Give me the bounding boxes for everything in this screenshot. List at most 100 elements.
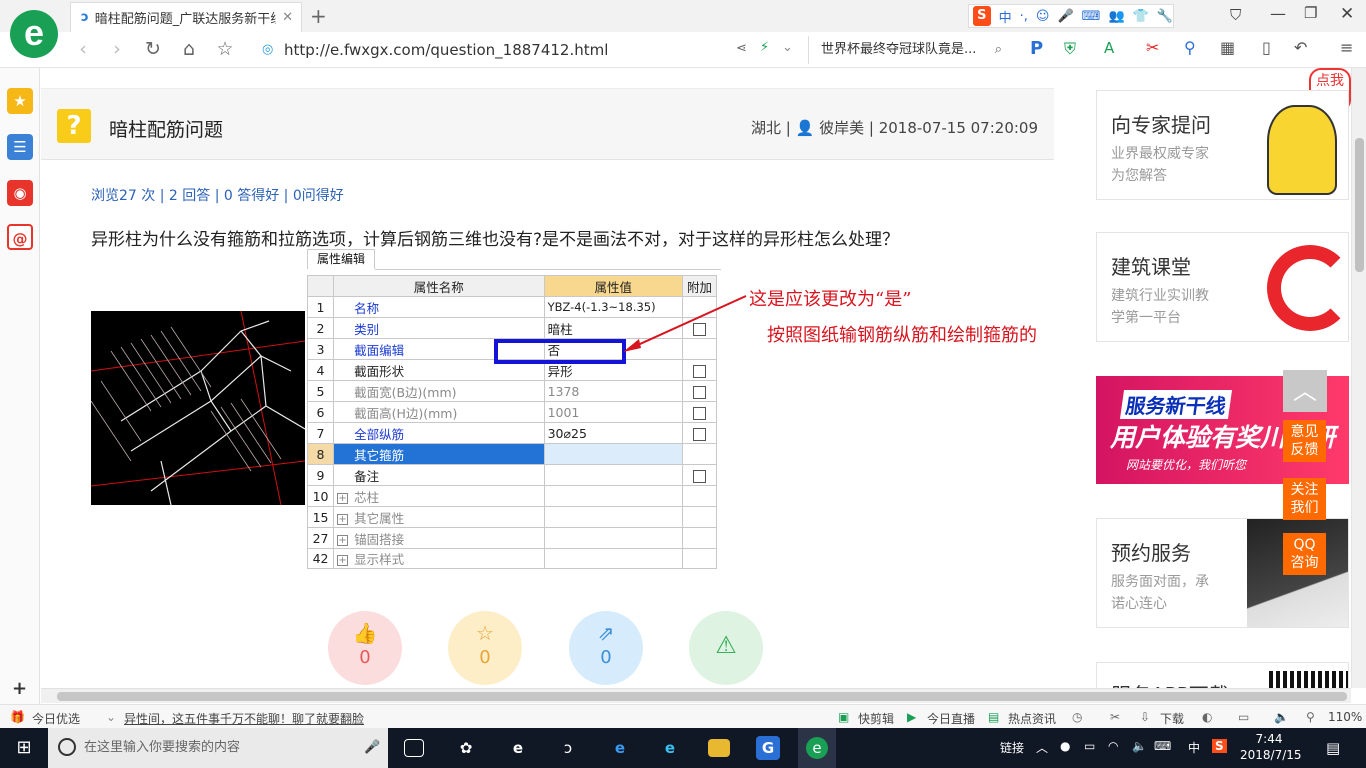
night-mode-icon[interactable]: ◐: [1202, 710, 1212, 724]
emoji-icon[interactable]: ☺: [1036, 9, 1050, 24]
extra-checkbox[interactable]: [692, 385, 706, 399]
table-row[interactable]: 15 + 其它属性: [306, 506, 718, 528]
table-row[interactable]: 5 截面宽(B边)(mm) 1378: [306, 380, 718, 402]
expand-plus-icon[interactable]: +: [337, 513, 349, 525]
extension-puzzle-icon[interactable]: P: [1030, 38, 1043, 59]
browser-tab[interactable]: ↄ 暗柱配筋问题_广联达服务新干线 ✕: [70, 2, 302, 32]
user-icon[interactable]: 👥: [1108, 9, 1124, 24]
row-group[interactable]: + 显示样式: [333, 548, 545, 569]
extra-checkbox[interactable]: [692, 469, 706, 483]
find-icon[interactable]: ⚲: [1184, 38, 1196, 57]
speed-icon[interactable]: ◷: [1072, 710, 1082, 724]
email-at-icon[interactable]: @: [7, 224, 33, 250]
tray-battery-icon[interactable]: ▭: [1084, 739, 1095, 753]
table-row[interactable]: 6 截面高(H边)(mm) 1001: [306, 401, 718, 423]
like-button[interactable]: 👍 0: [328, 611, 402, 685]
search-icon[interactable]: ⌕: [995, 36, 1002, 64]
extra-checkbox[interactable]: [692, 427, 706, 441]
tablet-icon[interactable]: ▯: [1262, 38, 1271, 57]
horizontal-scroll-thumb[interactable]: [57, 692, 1347, 701]
favorite-button[interactable]: ☆ 0: [448, 611, 522, 685]
share-button[interactable]: ⇗ 0: [569, 611, 643, 685]
minimize-button[interactable]: —: [1270, 4, 1286, 23]
favorites-star-icon[interactable]: ★: [7, 88, 33, 114]
share-icon[interactable]: ⋖: [736, 41, 747, 56]
add-sidebar-item-icon[interactable]: +: [12, 678, 27, 699]
keyboard-icon[interactable]: ⌨: [1082, 9, 1101, 24]
ime-mode-label[interactable]: 中: [999, 7, 1012, 26]
download-link[interactable]: 下载: [1160, 710, 1184, 727]
back-button[interactable]: ‹: [70, 38, 96, 60]
news-ticker-link[interactable]: 异性间，这五件事千万不能聊！聊了就要翻脸: [124, 710, 364, 727]
vertical-scrollbar[interactable]: [1351, 68, 1366, 688]
gift-icon[interactable]: 🎁: [10, 710, 25, 724]
row-value[interactable]: 1378: [543, 380, 683, 402]
weibo-icon[interactable]: ◉: [7, 180, 33, 206]
shield-icon[interactable]: ⛨: [1064, 39, 1076, 59]
bookmark-star-button[interactable]: ☆: [212, 38, 238, 60]
extra-checkbox[interactable]: [692, 406, 706, 420]
window-icon[interactable]: ▭: [1238, 710, 1249, 724]
row-value[interactable]: [543, 464, 683, 486]
app-download-card[interactable]: 服务APP下载: [1096, 662, 1349, 688]
microphone-icon[interactable]: 🎤: [1057, 9, 1073, 24]
close-tab-icon[interactable]: ✕: [282, 10, 293, 25]
download-icon[interactable]: ⇩: [1140, 710, 1150, 724]
shirt-icon[interactable]: 👕: [1133, 9, 1149, 24]
live-link[interactable]: 今日直播: [927, 710, 975, 727]
horizontal-scrollbar[interactable]: [41, 688, 1351, 703]
row-value[interactable]: [543, 443, 683, 465]
browser-active-icon[interactable]: e: [798, 728, 836, 768]
quick-cut-link[interactable]: 快剪辑: [858, 710, 894, 727]
volume-icon[interactable]: 🔈: [1274, 710, 1289, 724]
question-author[interactable]: 彼岸美: [819, 119, 864, 137]
task-view-icon[interactable]: [404, 739, 424, 757]
glodon-g-icon[interactable]: G: [756, 736, 780, 760]
maximize-button[interactable]: ❐: [1304, 4, 1317, 22]
ie-icon[interactable]: e: [658, 736, 682, 760]
row-group[interactable]: + 锚固搭接: [333, 527, 545, 549]
speed-mode-icon[interactable]: ⚡: [760, 40, 769, 55]
refresh-button[interactable]: ↻: [140, 38, 166, 60]
edge-icon[interactable]: e: [506, 736, 530, 760]
row-value[interactable]: 30⌀25: [543, 422, 683, 444]
table-row[interactable]: 27 + 锚固搭接: [306, 527, 718, 549]
tray-notify-icon[interactable]: ●: [1060, 739, 1070, 753]
daily-pick-link[interactable]: 今日优选: [32, 710, 80, 727]
zoom-icon[interactable]: ⚲: [1306, 710, 1315, 724]
app-fan-icon[interactable]: ✿: [454, 736, 478, 760]
forward-button[interactable]: ›: [104, 38, 130, 60]
property-edit-tab[interactable]: 属性编辑: [307, 249, 375, 269]
taskbar-clock[interactable]: 7:44 2018/7/15: [1240, 731, 1302, 763]
expand-plus-icon[interactable]: +: [337, 534, 349, 546]
microphone-icon[interactable]: 🎤: [364, 728, 380, 768]
sogou-logo-icon[interactable]: S: [973, 6, 991, 26]
taskbar-search-box[interactable]: 在这里输入你要搜索的内容 🎤: [48, 728, 388, 768]
table-row-selected[interactable]: 8 其它箍筋: [306, 443, 718, 465]
search-box[interactable]: 世界杯最终夺冠球队竟是... ⌕: [808, 36, 1010, 64]
apps-grid-icon[interactable]: ▦: [1220, 38, 1235, 57]
table-row[interactable]: 10 + 芯柱: [306, 485, 718, 507]
close-window-button[interactable]: ✕: [1340, 4, 1354, 24]
hot-news-link[interactable]: 热点资讯: [1008, 710, 1056, 727]
expand-plus-icon[interactable]: +: [337, 492, 349, 504]
extra-checkbox[interactable]: [692, 364, 706, 378]
table-row[interactable]: 42 + 显示样式: [306, 548, 718, 569]
back-to-top-button[interactable]: ︿: [1283, 370, 1327, 412]
reading-list-icon[interactable]: ☰: [7, 134, 33, 160]
edge-blue-icon[interactable]: e: [608, 736, 632, 760]
screenshot-scissors-icon[interactable]: ✂: [1146, 38, 1159, 57]
file-explorer-icon[interactable]: [708, 739, 730, 757]
report-button[interactable]: ⚠: [689, 611, 763, 685]
follow-us-button[interactable]: 关注我们: [1283, 478, 1326, 520]
action-center-icon[interactable]: ▤: [1326, 739, 1340, 757]
tray-keyboard-icon[interactable]: ⌨: [1154, 739, 1171, 753]
home-button[interactable]: ⌂: [176, 38, 202, 60]
expert-ask-card[interactable]: 向专家提问 业界最权威专家 为您解答: [1096, 90, 1349, 200]
tray-volume-icon[interactable]: 🔈: [1132, 739, 1147, 753]
menu-icon[interactable]: ≡: [1340, 38, 1353, 57]
url-input[interactable]: http://e.fwxgx.com/question_1887412.html: [284, 41, 608, 59]
punct-icon[interactable]: ·,: [1020, 9, 1028, 24]
row-group[interactable]: + 其它属性: [333, 506, 545, 528]
table-row[interactable]: 9 备注: [306, 464, 718, 486]
